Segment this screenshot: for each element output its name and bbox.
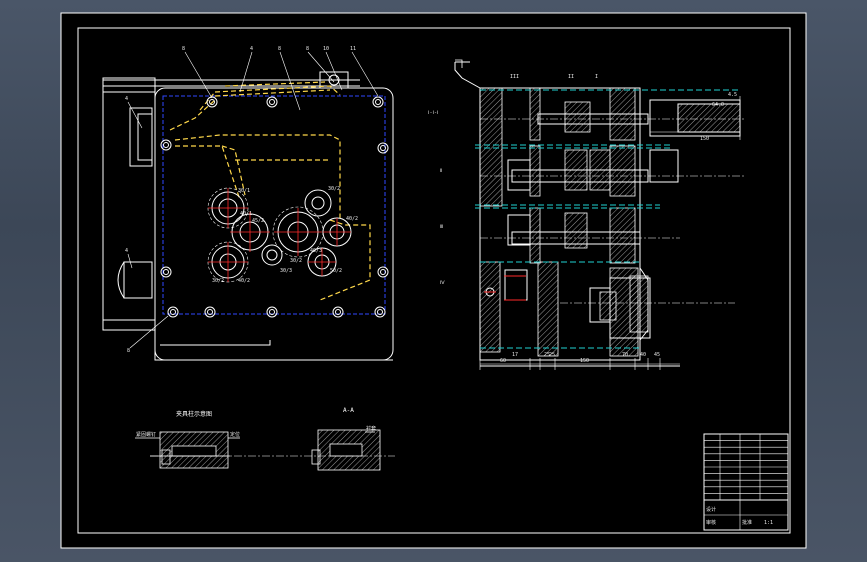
dimension-label: 150 bbox=[700, 136, 709, 142]
dimension-label: 40 bbox=[640, 352, 646, 358]
section-note: Ⅳ bbox=[440, 280, 445, 286]
detail-views: 夹具柱示意图 A-A 紧固螺钉 定位 衬套 bbox=[135, 407, 395, 471]
section-mark: II bbox=[568, 74, 574, 80]
leader-number: 4 bbox=[125, 248, 128, 254]
dimension-label: 70 bbox=[622, 352, 628, 358]
gear-label: 30/2 bbox=[212, 278, 224, 284]
dimension-label: 150 bbox=[580, 358, 589, 364]
dimension-label: 17 bbox=[512, 352, 518, 358]
callout: 定位 bbox=[230, 431, 240, 438]
dimension-label: 60 bbox=[500, 358, 506, 364]
dimension-label: 4.5 bbox=[728, 92, 737, 98]
section-mark: I bbox=[595, 74, 598, 80]
leader-number: 8 bbox=[278, 46, 281, 52]
dimension-label: 45 bbox=[654, 352, 660, 358]
gear-label: 40/1 bbox=[240, 211, 252, 217]
dimension-label: 64.0 bbox=[712, 102, 724, 108]
title-block: 设计审核 批准 1:1 bbox=[703, 433, 789, 531]
gear-label: 40/3 bbox=[310, 248, 322, 254]
leader-number: 11 bbox=[350, 46, 356, 52]
dimension-label: 25 bbox=[549, 352, 555, 358]
detail-title: 夹具柱示意图 bbox=[176, 410, 212, 418]
gear-label: 40/2 bbox=[238, 278, 250, 284]
cad-viewport[interactable]: 8 4 8 8 10 11 4 4 8 30/1 30/2 40/1 45/2 40/2 30/2 30/3… bbox=[0, 0, 867, 562]
leader-number: 10 bbox=[323, 46, 329, 52]
section-note: Ⅲ bbox=[440, 224, 443, 230]
section-view: III II IⅠ-Ⅰ-ⅠⅡⅢⅣ6017 252515070 40 4515064.04.… bbox=[428, 61, 745, 370]
title-block-cell: 1:1 bbox=[764, 520, 773, 526]
drawing-canvas: 8 4 8 8 10 11 4 4 8 30/1 30/2 40/145/2 40/2 30/2 30/3… bbox=[60, 12, 807, 549]
leader-number: 8 bbox=[127, 348, 130, 354]
leader-number: 8 bbox=[306, 46, 309, 52]
detail-title: A-A bbox=[343, 407, 354, 414]
gear-label: 30/3 bbox=[280, 268, 292, 274]
callout: 紧固螺钉 bbox=[136, 431, 156, 438]
section-note: Ⅰ-Ⅰ-Ⅰ bbox=[428, 110, 438, 116]
gear-label: 30/2 bbox=[328, 186, 340, 192]
front-view: 8 4 8 8 10 11 4 4 8 30/1 30/2 40/145/2 40/2 30/2 30/3… bbox=[102, 46, 394, 361]
leader-number: 8 bbox=[182, 46, 185, 52]
callout: 衬套 bbox=[366, 425, 376, 432]
section-note: Ⅱ bbox=[440, 168, 442, 174]
section-mark: III bbox=[510, 74, 519, 80]
gear-label: 40/2 bbox=[346, 216, 358, 222]
gear-label: 30/2 bbox=[290, 258, 302, 264]
leader-number: 4 bbox=[125, 96, 128, 102]
chevron-corner-icon bbox=[455, 59, 463, 68]
title-block-cell: 批准 bbox=[742, 519, 752, 526]
gear-label: 50/2 bbox=[330, 268, 342, 274]
leader-number: 4 bbox=[250, 46, 253, 52]
title-block-cell: 设计 bbox=[706, 506, 716, 513]
gear-label: 30/1 bbox=[238, 188, 250, 194]
gear-label: 45/2 bbox=[252, 218, 264, 224]
title-block-cell: 审核 bbox=[706, 519, 716, 526]
